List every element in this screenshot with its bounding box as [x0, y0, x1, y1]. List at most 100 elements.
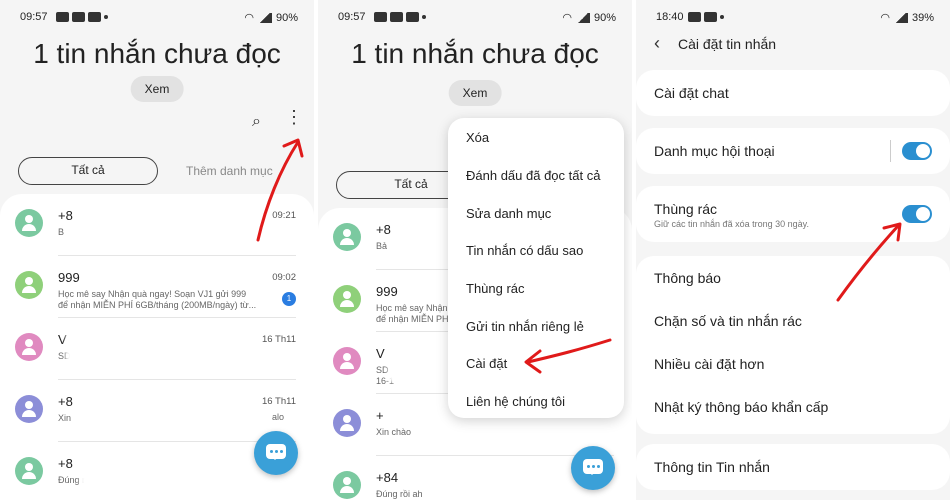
avatar [15, 271, 43, 299]
setting-about-messages[interactable]: Thông tin Tin nhắn [654, 459, 770, 475]
more-dot-icon [720, 15, 724, 19]
contact-name: V [376, 346, 385, 361]
screen-message-settings: 18:40 ◠ 39% ‹ Cài đặt tin nhắn Cài đặt ch… [636, 0, 950, 500]
message-preview: Học mê say Nhận quà ngay! Soạn VJ1 gửi 9… [58, 289, 257, 310]
avatar [333, 409, 361, 437]
avatar [15, 395, 43, 423]
contact-name: + [376, 408, 384, 423]
menu-item-send-individually[interactable]: Gửi tin nhắn riêng lẻ [466, 319, 584, 334]
menu-item-settings[interactable]: Cài đặt [466, 356, 507, 371]
setting-notifications[interactable]: Thông báo [654, 270, 721, 286]
setting-emergency-alerts[interactable]: Nhật ký thông báo khẩn cấp [654, 399, 828, 415]
more-dot-icon [422, 15, 426, 19]
view-button[interactable]: Xem [130, 76, 184, 102]
app-icon [390, 12, 403, 22]
status-time: 09:57 [20, 11, 48, 23]
status-right: ◠ 90% [244, 11, 298, 25]
battery-percent: 90% [593, 11, 616, 24]
settings-card: Thông tin Tin nhắn [636, 444, 950, 490]
menu-item-mark-all-read[interactable]: Đánh dấu đã đọc tất cả [466, 168, 600, 183]
redaction [70, 224, 230, 236]
wifi-icon: ◠ [244, 12, 254, 24]
chat-bubble-icon [583, 459, 603, 475]
compose-button[interactable] [571, 446, 615, 490]
app-icon [406, 12, 419, 22]
redaction [80, 450, 200, 486]
app-icon [72, 12, 85, 22]
signal-icon [575, 12, 590, 23]
menu-item-delete[interactable]: Xóa [466, 130, 489, 145]
message-time: 09:21 [272, 210, 296, 221]
view-button[interactable]: Xem [448, 80, 502, 106]
redaction [388, 342, 448, 382]
setting-trash[interactable]: Thùng rác [654, 201, 717, 217]
status-bar: 09:57 ◠ 90% [318, 8, 632, 28]
message-preview-end: alo [272, 412, 285, 422]
conversation-row[interactable]: +8 B 09:21 [0, 194, 314, 256]
more-dot-icon [104, 15, 108, 19]
contact-name: 999 [376, 284, 398, 299]
back-arrow-icon[interactable]: ‹ [654, 33, 660, 54]
message-time: 16 Th11 [262, 334, 296, 345]
screen-messages-list: 09:57 ◠ 90% 1 tin nhắn chưa đọc Xem ⌕ ⋮ T… [0, 0, 314, 500]
redaction [76, 390, 256, 430]
message-time: 16 Th11 [262, 396, 296, 407]
setting-more-settings[interactable]: Nhiều cài đặt hơn [654, 356, 764, 372]
menu-item-trash[interactable]: Thùng rác [466, 281, 525, 296]
settings-card: Cài đặt chat [636, 70, 950, 116]
redaction [78, 204, 148, 222]
trash-toggle[interactable] [902, 205, 932, 223]
more-options-icon[interactable]: ⋮ [285, 108, 303, 126]
status-bar: 18:40 ◠ 39% [636, 8, 950, 28]
status-right: ◠ 39% [880, 11, 934, 25]
settings-card: Danh mục hội thoại [636, 128, 950, 174]
avatar [333, 471, 361, 499]
conversation-row[interactable]: 999 Học mê say Nhận quà ngay! Soạn VJ1 g… [0, 256, 314, 318]
status-bar: 09:57 ◠ 90% [0, 8, 314, 28]
contact-name: +8 [58, 394, 73, 409]
message-preview: Xin chào [376, 427, 412, 437]
contact-name: +84 [376, 470, 399, 485]
battery-percent: 39% [911, 11, 934, 24]
search-icon[interactable]: ⌕ [252, 113, 261, 131]
settings-card: Thùng rác Giữ các tin nhắn đã xóa trong … [636, 186, 950, 242]
battery-percent: 90% [275, 11, 298, 24]
status-right: ◠ 90% [562, 11, 616, 25]
redaction [408, 464, 468, 482]
app-icon [88, 12, 101, 22]
avatar [333, 285, 361, 313]
app-icon [704, 12, 717, 22]
status-time: 18:40 [656, 11, 684, 23]
setting-conversation-categories[interactable]: Danh mục hội thoại [654, 143, 775, 159]
setting-block-numbers[interactable]: Chặn số và tin nhắn rác [654, 313, 802, 329]
conversation-row[interactable]: V SD 16 Th11 [0, 318, 314, 380]
contact-name: +8 [58, 456, 73, 471]
menu-item-edit-categories[interactable]: Sửa danh mục [466, 206, 551, 221]
screen-messages-menu: 09:57 ◠ 90% 1 tin nhắn chưa đọc Xem Tất c… [318, 0, 632, 500]
menu-item-contact-us[interactable]: Liên hệ chúng tôi [466, 394, 565, 409]
category-tabs: Tất cả Thêm danh mục [18, 157, 296, 185]
page-title: 1 tin nhắn chưa đọc [351, 38, 599, 69]
contact-name: 999 [58, 270, 80, 285]
menu-item-starred[interactable]: Tin nhắn có dấu sao [466, 243, 583, 258]
chat-bubble-icon [266, 444, 286, 460]
message-time: 09:02 [272, 272, 296, 283]
app-icon [688, 12, 701, 22]
status-time: 09:57 [338, 11, 366, 23]
wifi-icon: ◠ [562, 12, 572, 24]
notification-icons [56, 12, 108, 22]
avatar [333, 347, 361, 375]
tab-all[interactable]: Tất cả [18, 157, 158, 185]
notification-icons [688, 12, 724, 22]
tab-add-category[interactable]: Thêm danh mục [186, 157, 273, 185]
unread-badge: 1 [282, 292, 296, 306]
page-title: 1 tin nhắn chưa đọc [33, 38, 281, 69]
setting-chat[interactable]: Cài đặt chat [654, 85, 729, 101]
compose-button[interactable] [254, 431, 298, 475]
avatar [15, 457, 43, 485]
youtube-icon [374, 12, 387, 22]
wifi-icon: ◠ [880, 12, 890, 24]
redaction [396, 216, 446, 234]
settings-card: Thông báo Chặn số và tin nhắn rác Nhiều … [636, 256, 950, 434]
categories-toggle[interactable] [902, 142, 932, 160]
